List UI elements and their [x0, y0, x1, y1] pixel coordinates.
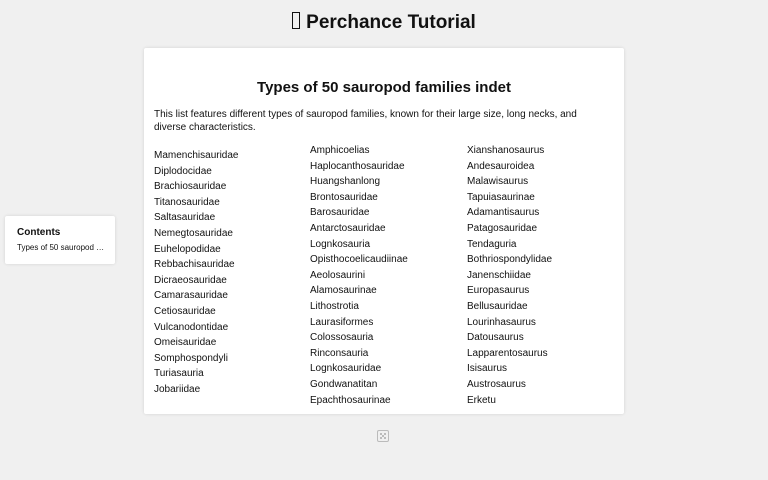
list-item: Lapparentosaurus	[467, 347, 548, 359]
list-item: Erketu	[467, 394, 496, 406]
list-item: Malawisaurus	[467, 176, 529, 188]
list-item: Gondwanatitan	[310, 378, 378, 390]
family-column-3: Xianshanosaurus Andesauroidea Malawisaurus…	[467, 143, 552, 408]
list-item: Turiasauria	[154, 368, 204, 380]
list-item: Lithostrotia	[310, 300, 359, 312]
list-item: Jobariidae	[154, 383, 201, 395]
list-item: Colossosauria	[310, 332, 374, 344]
missing-glyph-icon	[292, 12, 301, 29]
family-column-2: Amphicoelias Haplocanthosauridae Huangshan…	[310, 143, 408, 408]
list-item: Tendaguria	[467, 238, 517, 250]
list-item: Brachiosauridae	[154, 181, 227, 193]
list-item: Camarasauridae	[154, 290, 228, 302]
list-item: Cetiosauridae	[154, 305, 216, 317]
family-column-1: Mamenchisauridae Diplodocidae Brachiosauri…	[154, 148, 239, 398]
list-item: Tapuiasaurinae	[467, 191, 535, 203]
list-item: Mamenchisauridae	[154, 150, 239, 161]
list-item: Rinconsauria	[310, 347, 369, 359]
page-title: Perchance Tutorial	[0, 10, 768, 36]
list-item: Bothriospondylidae	[467, 254, 553, 266]
list-item: Laurasiformes	[310, 316, 374, 328]
list-item: Euhelopodidae	[154, 243, 221, 255]
list-item: Haplocanthosauridae	[310, 160, 405, 172]
list-item: Amphicoelias	[310, 145, 370, 156]
list-item: Alamosaurinae	[310, 285, 377, 297]
table-of-contents: Contents Types of 50 sauropod families i…	[5, 216, 115, 264]
list-item: Dicraeosauridae	[154, 274, 227, 286]
list-item: Opisthocoelicaudiinae	[310, 254, 408, 266]
list-item: Janenschiidae	[467, 269, 531, 281]
list-intro: This list features different types of sa…	[154, 109, 577, 133]
list-item: Datousaurus	[467, 332, 524, 344]
list-heading: Types of 50 sauropod families indet	[257, 79, 511, 96]
list-item: Vulcanodontidae	[154, 321, 229, 333]
list-item: Epachthosaurinae	[310, 394, 391, 406]
list-item: Lourinhasaurus	[467, 316, 536, 328]
list-item: Saltasauridae	[154, 212, 216, 224]
list-item: Titanosauridae	[154, 196, 220, 208]
list-item: Patagosauridae	[467, 222, 538, 234]
list-item: Rebbachisauridae	[154, 259, 235, 271]
content-card: Types of 50 sauropod families indet This…	[144, 48, 624, 414]
list-item: Andesauroidea	[467, 160, 535, 172]
list-item: Adamantisaurus	[467, 207, 540, 219]
list-item: Barosauridae	[310, 207, 370, 219]
dice-icon[interactable]	[377, 430, 389, 442]
list-item: Brontosauridae	[310, 191, 378, 203]
list-item: Huangshanlong	[310, 176, 381, 188]
list-item: Isisaurus	[467, 363, 508, 375]
list-item: Antarctosauridae	[310, 222, 386, 234]
list-item: Omeisauridae	[154, 337, 217, 349]
toc-link[interactable]: Types of 50 sauropod families indet	[17, 243, 105, 252]
list-item: Diplodocidae	[154, 165, 212, 177]
list-item: Aeolosaurini	[310, 269, 366, 281]
list-item: Europasaurus	[467, 285, 530, 297]
list-item: Bellusauridae	[467, 300, 528, 312]
page-title-text: Perchance Tutorial	[306, 12, 476, 33]
list-item: Nemegtosauridae	[154, 227, 233, 239]
list-item: Austrosaurus	[467, 378, 526, 390]
list-item: Lognkosauridae	[310, 363, 382, 375]
list-item: Lognkosauria	[310, 238, 371, 250]
toc-title: Contents	[17, 227, 61, 238]
list-item: Xianshanosaurus	[467, 145, 545, 156]
list-item: Somphospondyli	[154, 352, 228, 364]
